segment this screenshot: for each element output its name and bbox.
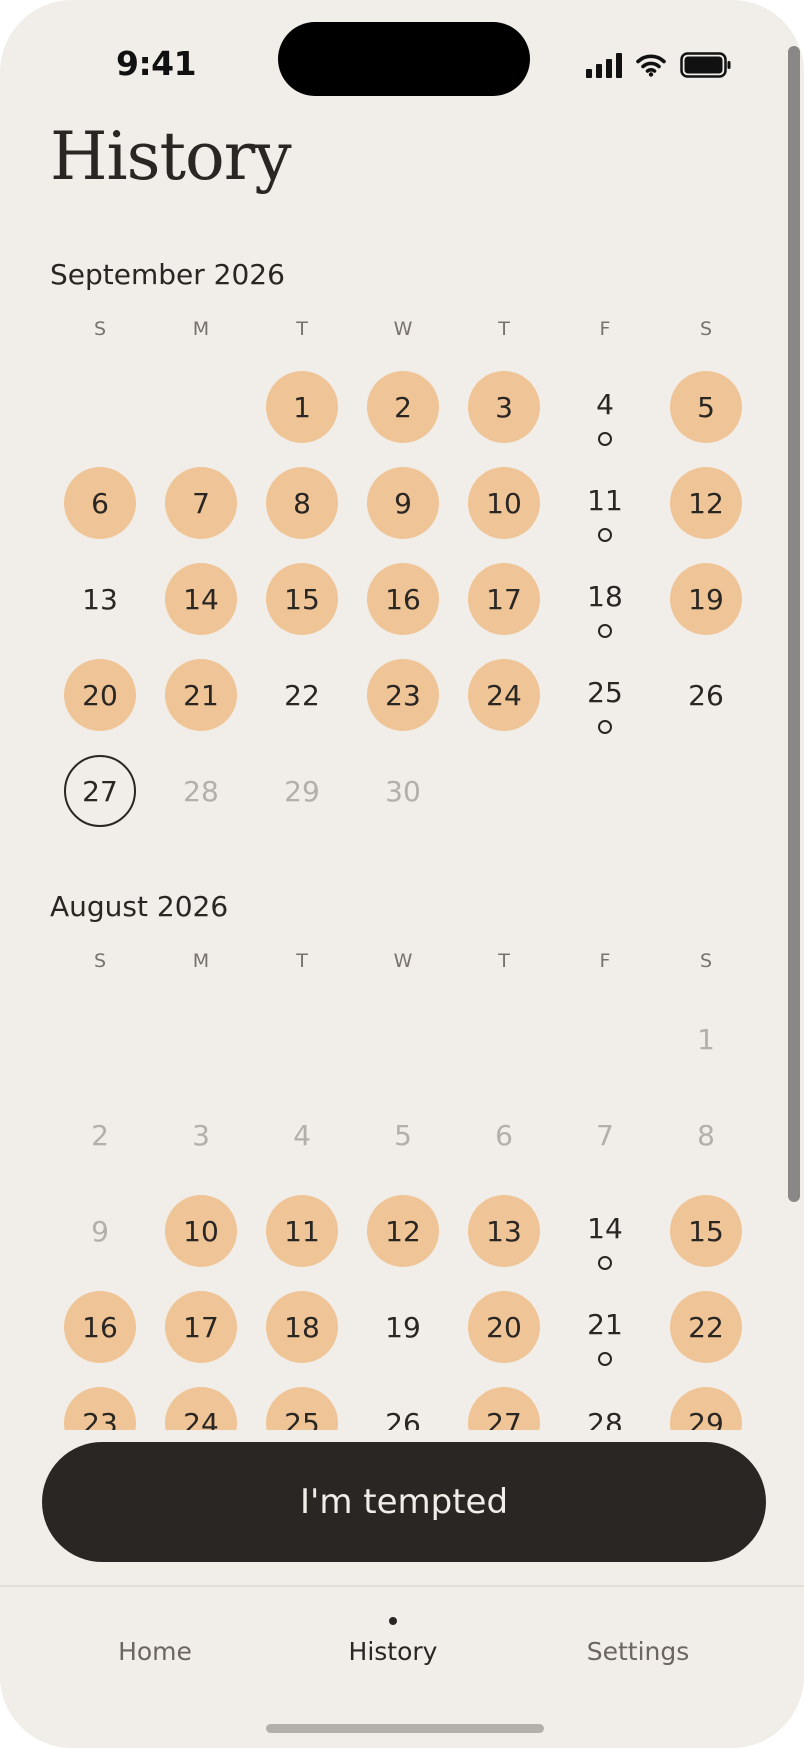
- calendar-day[interactable]: 20: [64, 659, 136, 731]
- weekday-label: W: [393, 318, 413, 340]
- month-title: September 2026: [50, 258, 285, 291]
- calendar-day[interactable]: 7: [569, 1099, 641, 1171]
- tab-bar: Home History Settings: [0, 1585, 804, 1748]
- weekday-label: S: [699, 318, 713, 340]
- calendar-day[interactable]: 29: [266, 755, 338, 827]
- weekday-label: M: [192, 318, 210, 340]
- calendar-day[interactable]: 8: [266, 467, 338, 539]
- weekday-label: T: [296, 950, 308, 972]
- weekday-label: S: [699, 950, 713, 972]
- scrollbar[interactable]: [788, 46, 800, 1202]
- calendar-day[interactable]: 9: [367, 467, 439, 539]
- calendar-day[interactable]: 21: [569, 1288, 641, 1360]
- calendar-day[interactable]: 13: [64, 563, 136, 635]
- calendar-day[interactable]: 25: [569, 656, 641, 728]
- calendar-day[interactable]: 19: [367, 1291, 439, 1363]
- weekday-label: F: [599, 318, 611, 340]
- weekday-label: T: [296, 318, 308, 340]
- calendar-day[interactable]: 10: [165, 1195, 237, 1267]
- calendar-day[interactable]: 2: [367, 371, 439, 443]
- calendar-day[interactable]: 19: [670, 563, 742, 635]
- calendar-day[interactable]: 5: [670, 371, 742, 443]
- calendar-day[interactable]: 3: [468, 371, 540, 443]
- calendar-day[interactable]: 28: [165, 755, 237, 827]
- calendar-day[interactable]: 16: [64, 1291, 136, 1363]
- calendar-day[interactable]: 1: [266, 371, 338, 443]
- month-title: August 2026: [50, 890, 229, 923]
- calendar-day[interactable]: 26: [670, 659, 742, 731]
- calendar-day[interactable]: 22: [670, 1291, 742, 1363]
- calendar-day[interactable]: 8: [670, 1099, 742, 1171]
- calendar-day[interactable]: 22: [266, 659, 338, 731]
- calendar-day[interactable]: 11: [266, 1195, 338, 1267]
- calendar-day[interactable]: 20: [468, 1291, 540, 1363]
- weekday-label: W: [393, 950, 413, 972]
- calendar-day[interactable]: 18: [569, 560, 641, 632]
- weekday-label: S: [93, 318, 107, 340]
- tempted-marker-icon: [598, 624, 612, 638]
- calendar-day[interactable]: 4: [569, 368, 641, 440]
- tab-home[interactable]: Home: [118, 1637, 192, 1666]
- weekday-label: T: [498, 318, 510, 340]
- calendar-day[interactable]: 15: [266, 563, 338, 635]
- calendar-day[interactable]: 14: [165, 563, 237, 635]
- calendar-day[interactable]: 10: [468, 467, 540, 539]
- calendar-day[interactable]: 4: [266, 1099, 338, 1171]
- wifi-icon: [636, 54, 666, 77]
- status-icons: [586, 50, 732, 80]
- calendar-day[interactable]: 23: [367, 659, 439, 731]
- calendar-day[interactable]: 6: [468, 1099, 540, 1171]
- calendar-day[interactable]: 6: [64, 467, 136, 539]
- tempted-marker-icon: [598, 432, 612, 446]
- calendar-day[interactable]: 3: [165, 1099, 237, 1171]
- phone-screen: 9:41 History September 2026 S M T W T F S 1 2 3 4 5 6…: [0, 0, 804, 1748]
- cellular-signal-icon: [586, 52, 622, 78]
- calendar-day[interactable]: 24: [468, 659, 540, 731]
- calendar-day[interactable]: 18: [266, 1291, 338, 1363]
- weekday-label: S: [93, 950, 107, 972]
- calendar-day[interactable]: 17: [165, 1291, 237, 1363]
- calendar-day[interactable]: 17: [468, 563, 540, 635]
- calendar-day[interactable]: 2: [64, 1099, 136, 1171]
- tempted-marker-icon: [598, 720, 612, 734]
- im-tempted-button[interactable]: I'm tempted: [42, 1442, 766, 1562]
- battery-icon: [680, 52, 731, 78]
- calendar-day[interactable]: 27: [64, 755, 136, 827]
- tempted-marker-icon: [598, 1256, 612, 1270]
- calendar-day[interactable]: 13: [468, 1195, 540, 1267]
- weekday-label: M: [192, 950, 210, 972]
- calendar-day[interactable]: 1: [670, 1003, 742, 1075]
- weekday-label: T: [498, 950, 510, 972]
- calendar-day[interactable]: 16: [367, 563, 439, 635]
- active-tab-indicator: [389, 1617, 397, 1625]
- calendar-day[interactable]: 11: [569, 464, 641, 536]
- tempted-marker-icon: [598, 528, 612, 542]
- calendar-day[interactable]: 15: [670, 1195, 742, 1267]
- tab-settings[interactable]: Settings: [587, 1637, 690, 1666]
- calendar-day[interactable]: 7: [165, 467, 237, 539]
- tab-history[interactable]: History: [349, 1637, 438, 1666]
- status-time: 9:41: [116, 44, 197, 83]
- calendar-day[interactable]: 5: [367, 1099, 439, 1171]
- home-indicator: [266, 1724, 544, 1733]
- dynamic-island: [278, 22, 530, 96]
- calendar-day[interactable]: 12: [670, 467, 742, 539]
- tempted-marker-icon: [598, 1352, 612, 1366]
- page-title: History: [50, 118, 292, 195]
- calendar-day[interactable]: 12: [367, 1195, 439, 1267]
- calendar-day[interactable]: 30: [367, 755, 439, 827]
- calendar-day[interactable]: 14: [569, 1192, 641, 1264]
- calendar-day[interactable]: 21: [165, 659, 237, 731]
- calendar-day[interactable]: 9: [64, 1195, 136, 1267]
- weekday-label: F: [599, 950, 611, 972]
